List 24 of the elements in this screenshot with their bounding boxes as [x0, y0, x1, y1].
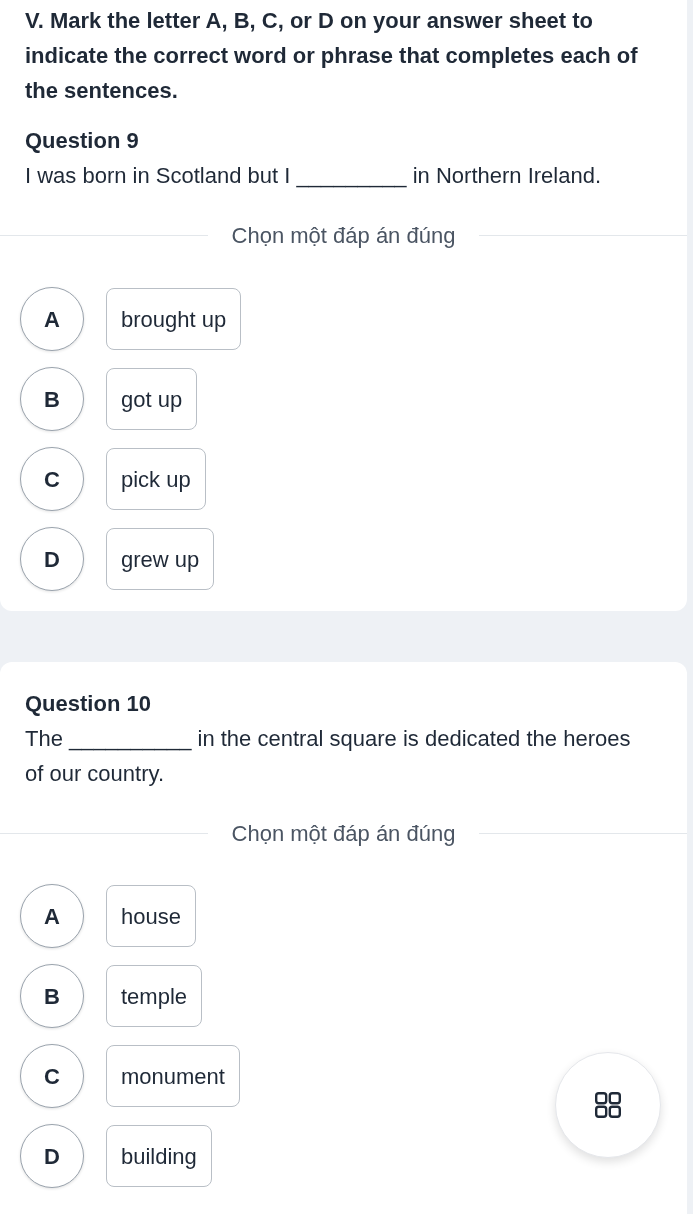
option-letter-button[interactable]: B — [20, 964, 84, 1028]
option-letter-button[interactable]: D — [20, 1124, 84, 1188]
option-letter-button[interactable]: B — [20, 367, 84, 431]
option-answer-button[interactable]: building — [106, 1125, 212, 1187]
option-letter-button[interactable]: D — [20, 527, 84, 591]
option-letter-button[interactable]: A — [20, 884, 84, 948]
question-sentence: The __________ in the central square is dedicated the heroes of our country. — [25, 725, 632, 788]
option-answer-button[interactable]: got up — [106, 368, 198, 430]
option-answer-button[interactable]: brought up — [106, 288, 242, 350]
instructions-text: V. Mark the letter A, B, C, or D on your answer sheet to indicate the correct word or phrase that completes each of the sentences. — [25, 7, 639, 105]
answer-prompt: Chọn một đáp án đúng — [230, 819, 457, 848]
question-title: Question 10 — [25, 690, 152, 718]
option-answer-button[interactable]: pick up — [106, 448, 206, 510]
question-sentence: I was born in Scotland but I _________ in Northern Ireland. — [25, 162, 603, 190]
grid-icon — [595, 1092, 621, 1118]
answer-prompt: Chọn một đáp án đúng — [230, 221, 457, 250]
option-letter-button[interactable]: C — [20, 447, 84, 511]
option-answer-button[interactable]: monument — [106, 1045, 240, 1107]
option-answer-button[interactable]: temple — [106, 965, 203, 1027]
option-answer-button[interactable]: grew up — [106, 528, 215, 590]
question-title: Question 9 — [25, 127, 140, 155]
option-letter-button[interactable]: C — [20, 1044, 84, 1108]
option-letter-button[interactable]: A — [20, 287, 84, 351]
option-answer-button[interactable]: house — [106, 885, 196, 947]
